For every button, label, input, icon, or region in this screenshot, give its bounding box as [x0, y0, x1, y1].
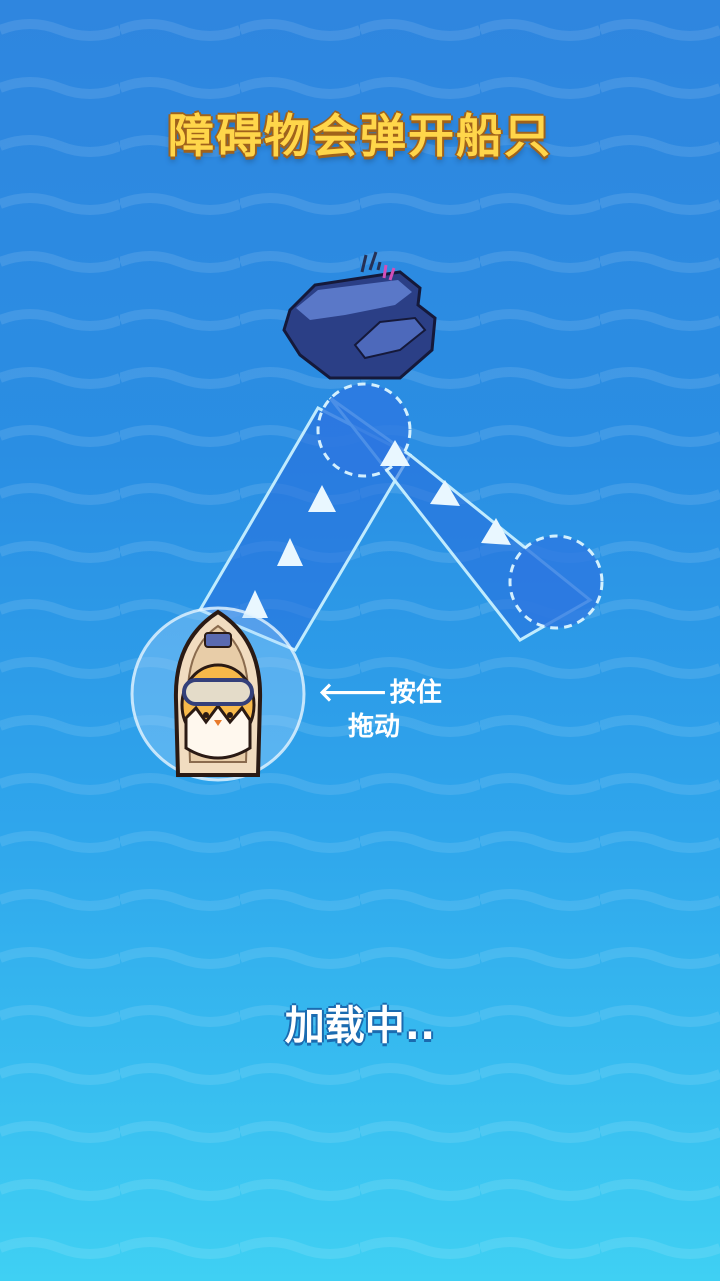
loading-text: 加载中.. [284, 1003, 436, 1049]
drag-hint: 🡐按住 拖动 [318, 676, 442, 744]
rock-obstacle [282, 251, 437, 380]
hint-line1: 按住 [389, 678, 442, 708]
arrow-left-icon: 🡐 [318, 678, 388, 708]
game-stage: 障碍物会弹开船只 🡐按住 拖动 加载中.. [0, 0, 720, 1281]
hint-line2: 拖动 [348, 712, 401, 742]
drag-path [197, 382, 604, 652]
player-boat[interactable] [130, 606, 306, 782]
play-area [130, 251, 604, 782]
